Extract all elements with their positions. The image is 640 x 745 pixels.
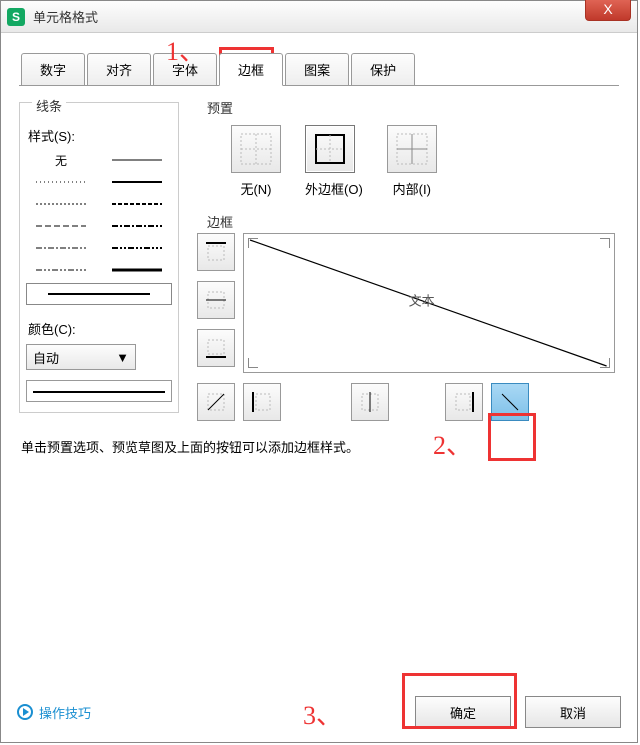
tab-pattern[interactable]: 图案 (285, 53, 349, 85)
preset-none-button[interactable] (231, 125, 281, 173)
color-label: 颜色(C): (28, 319, 172, 338)
hint-text: 单击预置选项、预览草图及上面的按钮可以添加边框样式。 (21, 437, 617, 456)
tab-protect[interactable]: 保护 (351, 53, 415, 85)
preset-inside-label: 内部(I) (387, 179, 437, 198)
cancel-button[interactable]: 取消 (525, 696, 621, 728)
ok-button[interactable]: 确定 (415, 696, 511, 728)
line-section: 线条 样式(S): 无 颜色(C): (19, 96, 179, 421)
border-top-button[interactable] (197, 233, 235, 271)
style-opt[interactable] (26, 195, 96, 213)
tab-border[interactable]: 边框 (219, 53, 283, 86)
border-diag-up-button[interactable] (197, 383, 235, 421)
border-area: 文本 (197, 233, 619, 373)
line-preview (26, 380, 172, 402)
style-opt[interactable] (102, 217, 172, 235)
preset-none-label: 无(N) (231, 179, 281, 198)
preset-outline-label: 外边框(O) (305, 179, 363, 198)
border-legend: 边框 (203, 210, 237, 233)
close-button[interactable]: X (585, 0, 631, 21)
tab-number[interactable]: 数字 (21, 53, 85, 85)
style-opt[interactable] (26, 217, 96, 235)
style-opt[interactable] (102, 195, 172, 213)
border-bottom-button[interactable] (197, 329, 235, 367)
style-opt-selected[interactable] (26, 283, 172, 305)
app-icon: S (7, 8, 25, 26)
tab-align[interactable]: 对齐 (87, 53, 151, 85)
window-title: 单元格格式 (33, 7, 98, 26)
right-column: 预置 无(N) 外边框(O) (197, 96, 619, 421)
border-left-button[interactable] (243, 383, 281, 421)
chevron-down-icon: ▼ (116, 350, 129, 365)
footer: 操作技巧 确定 取消 (1, 696, 637, 728)
preset-row: 无(N) 外边框(O) 内部(I) (197, 125, 619, 198)
border-hmid-button[interactable] (197, 281, 235, 319)
line-legend: 线条 (32, 94, 66, 117)
color-select[interactable]: 自动 ▼ (26, 344, 136, 370)
help-label: 操作技巧 (39, 703, 91, 722)
preset-outline-button[interactable] (305, 125, 355, 173)
titlebar: S 单元格格式 X (1, 1, 637, 33)
style-none[interactable]: 无 (26, 151, 96, 169)
border-diag-down-button[interactable] (491, 383, 529, 421)
style-opt[interactable] (26, 261, 96, 279)
style-opt[interactable] (102, 239, 172, 257)
play-circle-icon (17, 704, 33, 720)
preview-text: 文本 (409, 291, 435, 310)
style-opt[interactable] (102, 151, 172, 169)
style-opt[interactable] (102, 173, 172, 191)
style-picker[interactable]: 无 (26, 149, 172, 307)
style-opt[interactable] (102, 261, 172, 279)
preset-inside-button[interactable] (387, 125, 437, 173)
style-opt[interactable] (26, 173, 96, 191)
border-right-button[interactable] (445, 383, 483, 421)
border-preview[interactable]: 文本 (243, 233, 615, 373)
style-label: 样式(S): (28, 126, 172, 145)
preset-legend: 预置 (203, 96, 237, 119)
tab-strip: 数字 对齐 字体 边框 图案 保护 (21, 53, 637, 85)
dialog-window: S 单元格格式 X 数字 对齐 字体 边框 图案 保护 线条 样式(S): 无 (0, 0, 638, 743)
bottom-border-buttons (197, 383, 619, 421)
style-opt[interactable] (26, 239, 96, 257)
content-area: 线条 样式(S): 无 颜色(C): (1, 86, 637, 421)
border-vmid-button[interactable] (351, 383, 389, 421)
color-value: 自动 (33, 348, 59, 367)
left-border-buttons (197, 233, 235, 373)
tab-font[interactable]: 字体 (153, 53, 217, 85)
help-link[interactable]: 操作技巧 (17, 703, 91, 722)
